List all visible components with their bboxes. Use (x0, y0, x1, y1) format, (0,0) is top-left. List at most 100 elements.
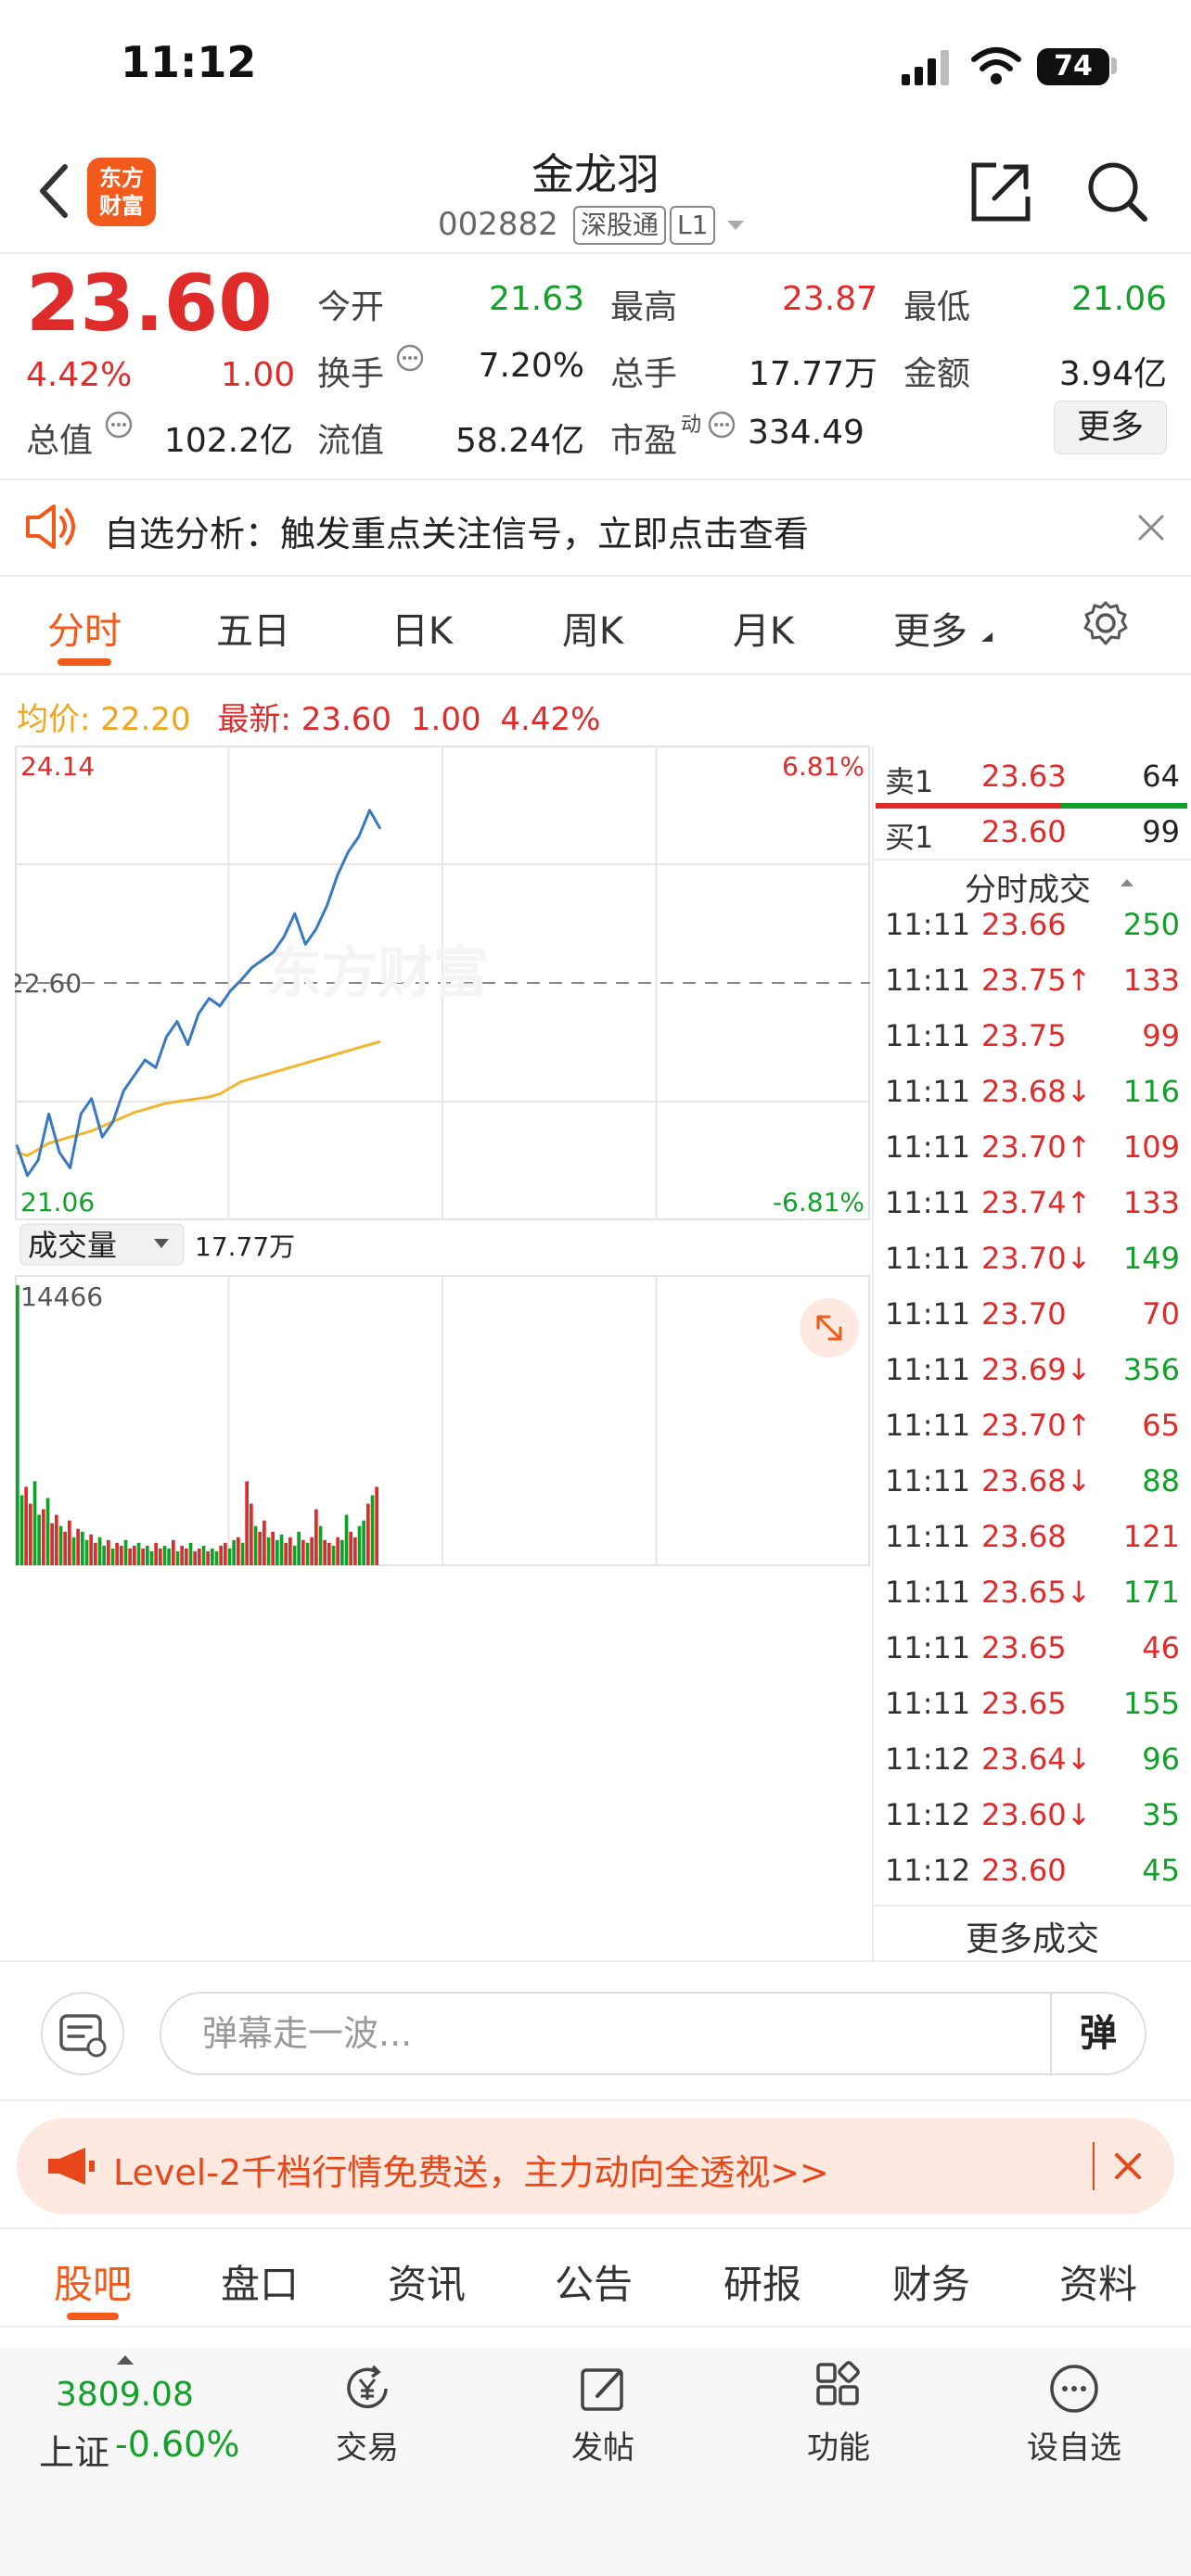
info-icon[interactable] (707, 410, 736, 440)
tick-row: 11:12 23.60↓ 35 (883, 1788, 1180, 1843)
y-min-label: 21.06 (20, 1187, 95, 1218)
volume-bar (340, 1539, 344, 1565)
chart-bottom-divider (0, 1960, 1191, 1962)
volume-bar (149, 1550, 154, 1565)
volume-bar (250, 1503, 253, 1565)
volume-bar (172, 1539, 175, 1565)
notice-text[interactable]: 自选分析：触发重点关注信号，立即点击查看 (104, 505, 809, 556)
watermark-text: 东方财富 (266, 941, 489, 1006)
status-time: 11:12 (121, 37, 257, 87)
volume-bar (245, 1481, 249, 1565)
tab-handicap[interactable]: 盘口 (213, 2253, 306, 2310)
info-icon[interactable] (395, 343, 425, 373)
volume-bar (188, 1542, 193, 1565)
volume-bar (58, 1525, 63, 1565)
battery-indicator: 74 (1037, 48, 1109, 85)
tick-price: 23.60↓ (981, 1797, 1092, 1832)
tab-profile[interactable]: 资料 (1052, 2253, 1145, 2310)
settings-gear-icon[interactable] (1082, 599, 1130, 647)
more-quote-button[interactable]: 更多 (1054, 401, 1167, 454)
tick-price: 23.64↓ (981, 1741, 1092, 1777)
tick-time: 11:11 (885, 963, 971, 998)
footer-functions-button[interactable]: 功能 (764, 2361, 913, 2468)
dropdown-caret-icon[interactable] (725, 219, 746, 232)
tab-intraday[interactable]: 分时 (33, 601, 135, 655)
intraday-chart[interactable]: 东方财富 24.14 6.81% 22.60 21.06 -6.81% 成交量 17.77万 1… (15, 746, 872, 1575)
index-name[interactable]: 上证 (39, 2424, 109, 2475)
tick-time: 11:11 (885, 1575, 971, 1610)
danmu-toggle-button[interactable]: 弹 (1050, 1994, 1145, 2073)
more-trades-link[interactable]: 更多成交 (874, 1912, 1191, 1960)
level-tag: L1 (670, 206, 716, 245)
danmu-input[interactable]: 弹幕走一波... (160, 1992, 1146, 2075)
tick-price: 23.65↓ (981, 1575, 1092, 1610)
volume-bar (327, 1542, 331, 1565)
tab-news[interactable]: 资讯 (380, 2253, 473, 2310)
footer-post-button[interactable]: 发帖 (529, 2361, 677, 2468)
tick-price: 23.68↓ (981, 1074, 1092, 1109)
tick-volume: 46 (1142, 1630, 1180, 1665)
volume-bar (214, 1550, 219, 1565)
volume-bar (288, 1537, 292, 1565)
tick-volume: 65 (1142, 1408, 1180, 1443)
tab-financials[interactable]: 财务 (885, 2253, 978, 2310)
tab-daily-k[interactable]: 日K (371, 601, 473, 655)
close-icon[interactable] (1137, 514, 1165, 542)
volume-bar (84, 1539, 89, 1565)
turnover-label: 换手 (317, 355, 385, 393)
close-icon[interactable] (1113, 2151, 1143, 2181)
tick-price: 23.70↑ (981, 1408, 1092, 1443)
megaphone-icon (48, 2148, 95, 2185)
sort-caret-icon[interactable] (1119, 877, 1135, 888)
amount-value: 3.94亿 (1058, 355, 1167, 393)
high-label: 最高 (610, 288, 678, 326)
pe-label: 市盈 (610, 422, 678, 460)
volume-bar (305, 1542, 310, 1565)
volume-bar (301, 1539, 305, 1565)
tick-volume: 356 (1122, 1352, 1180, 1387)
compose-icon (581, 2368, 623, 2411)
tick-volume: 155 (1122, 1686, 1180, 1721)
volume-bar (237, 1537, 240, 1565)
volume-bar (284, 1542, 288, 1565)
tab-research[interactable]: 研报 (716, 2253, 809, 2310)
tick-price: 23.75 (981, 1018, 1067, 1053)
tick-price: 23.68 (981, 1519, 1067, 1554)
share-icon[interactable] (968, 159, 1033, 224)
volume-bar (175, 1550, 180, 1565)
volume-bar (180, 1545, 184, 1565)
tab-weekly-k[interactable]: 周K (542, 601, 644, 655)
pct-max-label: 6.81% (782, 751, 864, 782)
volume-bar (16, 1285, 19, 1565)
footer-trade-button[interactable]: 交易 (293, 2361, 442, 2468)
danmu-settings-button[interactable] (41, 1992, 124, 2075)
index-value[interactable]: 3809.08 (56, 2376, 194, 2414)
volume-bar (375, 1486, 378, 1565)
volume-bar (50, 1523, 54, 1565)
y-max-label: 24.14 (20, 751, 95, 782)
index-change[interactable]: -0.60% (115, 2424, 239, 2465)
x-end-label: 15:00 (795, 1571, 870, 1575)
volume-bar (362, 1520, 365, 1565)
search-icon[interactable] (1085, 159, 1150, 224)
orderbook-divider (874, 859, 1191, 861)
level2-banner[interactable]: Level-2千档行情免费送，主力动向全透视>> (17, 2118, 1174, 2214)
info-icon[interactable] (104, 410, 134, 440)
tab-announcements[interactable]: 公告 (547, 2253, 640, 2310)
tab-monthly-k[interactable]: 月K (712, 601, 814, 655)
tick-row: 11:12 23.64↓ 96 (883, 1732, 1180, 1788)
change-amount: 1.00 (221, 356, 296, 394)
volume-bar (32, 1481, 37, 1565)
volume-bar (123, 1539, 128, 1565)
ticks-divider (874, 1905, 1191, 1906)
tab-more[interactable]: 更多 (879, 601, 981, 655)
volume-bar (107, 1539, 110, 1565)
tab-five-day[interactable]: 五日 (202, 601, 304, 655)
tick-time: 11:11 (885, 1686, 971, 1721)
battery-tip (1111, 57, 1117, 74)
volume-bar (71, 1537, 76, 1565)
tick-price: 23.65 (981, 1630, 1067, 1665)
tick-row: 11:11 23.68↓ 116 (883, 1065, 1180, 1120)
footer-add-watchlist-button[interactable]: 设自选 (1000, 2361, 1148, 2468)
tab-forum[interactable]: 股吧 (46, 2253, 139, 2310)
